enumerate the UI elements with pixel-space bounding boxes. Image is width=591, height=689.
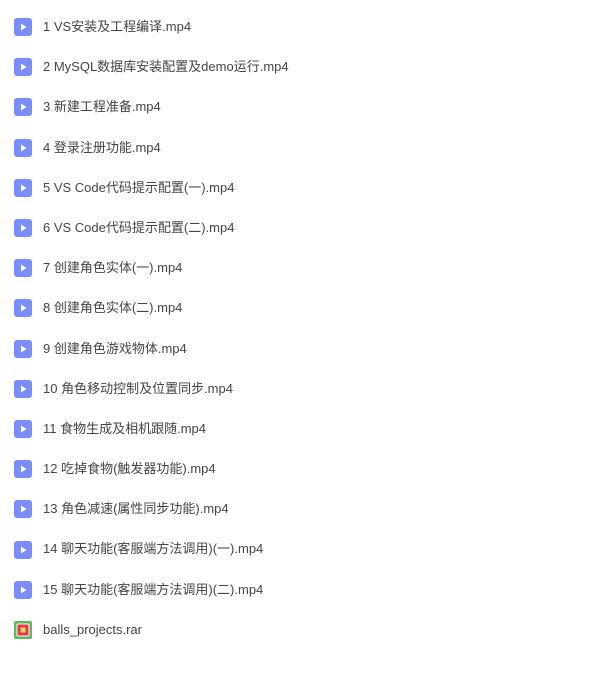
video-icon [14,259,32,277]
file-row[interactable]: 10 角色移动控制及位置同步.mp4 [14,380,577,398]
file-row[interactable]: 3 新建工程准备.mp4 [14,98,577,116]
video-icon [14,460,32,478]
file-row[interactable]: 6 VS Code代码提示配置(二).mp4 [14,219,577,237]
file-name: 10 角色移动控制及位置同步.mp4 [43,380,233,398]
file-name: 8 创建角色实体(二).mp4 [43,299,182,317]
file-row[interactable]: balls_projects.rar [14,621,577,639]
video-icon [14,219,32,237]
video-icon [14,58,32,76]
video-icon [14,420,32,438]
file-name: 2 MySQL数据库安装配置及demo运行.mp4 [43,58,289,76]
video-icon [14,541,32,559]
file-name: 11 食物生成及相机跟随.mp4 [43,420,206,438]
file-row[interactable]: 11 食物生成及相机跟随.mp4 [14,420,577,438]
file-row[interactable]: 13 角色减速(属性同步功能).mp4 [14,500,577,518]
file-name: 15 聊天功能(客服端方法调用)(二).mp4 [43,581,263,599]
file-name: 4 登录注册功能.mp4 [43,139,161,157]
video-icon [14,18,32,36]
file-row[interactable]: 15 聊天功能(客服端方法调用)(二).mp4 [14,581,577,599]
file-row[interactable]: 8 创建角色实体(二).mp4 [14,299,577,317]
video-icon [14,581,32,599]
file-name: 12 吃掉食物(触发器功能).mp4 [43,460,216,478]
file-row[interactable]: 4 登录注册功能.mp4 [14,139,577,157]
video-icon [14,380,32,398]
file-name: 13 角色减速(属性同步功能).mp4 [43,500,229,518]
file-row[interactable]: 5 VS Code代码提示配置(一).mp4 [14,179,577,197]
video-icon [14,139,32,157]
file-name: balls_projects.rar [43,621,142,639]
file-name: 1 VS安装及工程编译.mp4 [43,18,191,36]
file-row[interactable]: 12 吃掉食物(触发器功能).mp4 [14,460,577,478]
file-name: 3 新建工程准备.mp4 [43,98,161,116]
file-row[interactable]: 2 MySQL数据库安装配置及demo运行.mp4 [14,58,577,76]
file-name: 7 创建角色实体(一).mp4 [43,259,182,277]
rar-icon [14,621,32,639]
file-row[interactable]: 14 聊天功能(客服端方法调用)(一).mp4 [14,540,577,558]
file-row[interactable]: 7 创建角色实体(一).mp4 [14,259,577,277]
file-name: 9 创建角色游戏物体.mp4 [43,340,187,358]
file-name: 6 VS Code代码提示配置(二).mp4 [43,219,234,237]
video-icon [14,299,32,317]
file-name: 14 聊天功能(客服端方法调用)(一).mp4 [43,540,263,558]
video-icon [14,340,32,358]
file-list: 1 VS安装及工程编译.mp4 2 MySQL数据库安装配置及demo运行.mp… [14,18,577,639]
video-icon [14,98,32,116]
file-row[interactable]: 9 创建角色游戏物体.mp4 [14,340,577,358]
video-icon [14,179,32,197]
video-icon [14,500,32,518]
file-row[interactable]: 1 VS安装及工程编译.mp4 [14,18,577,36]
file-name: 5 VS Code代码提示配置(一).mp4 [43,179,234,197]
